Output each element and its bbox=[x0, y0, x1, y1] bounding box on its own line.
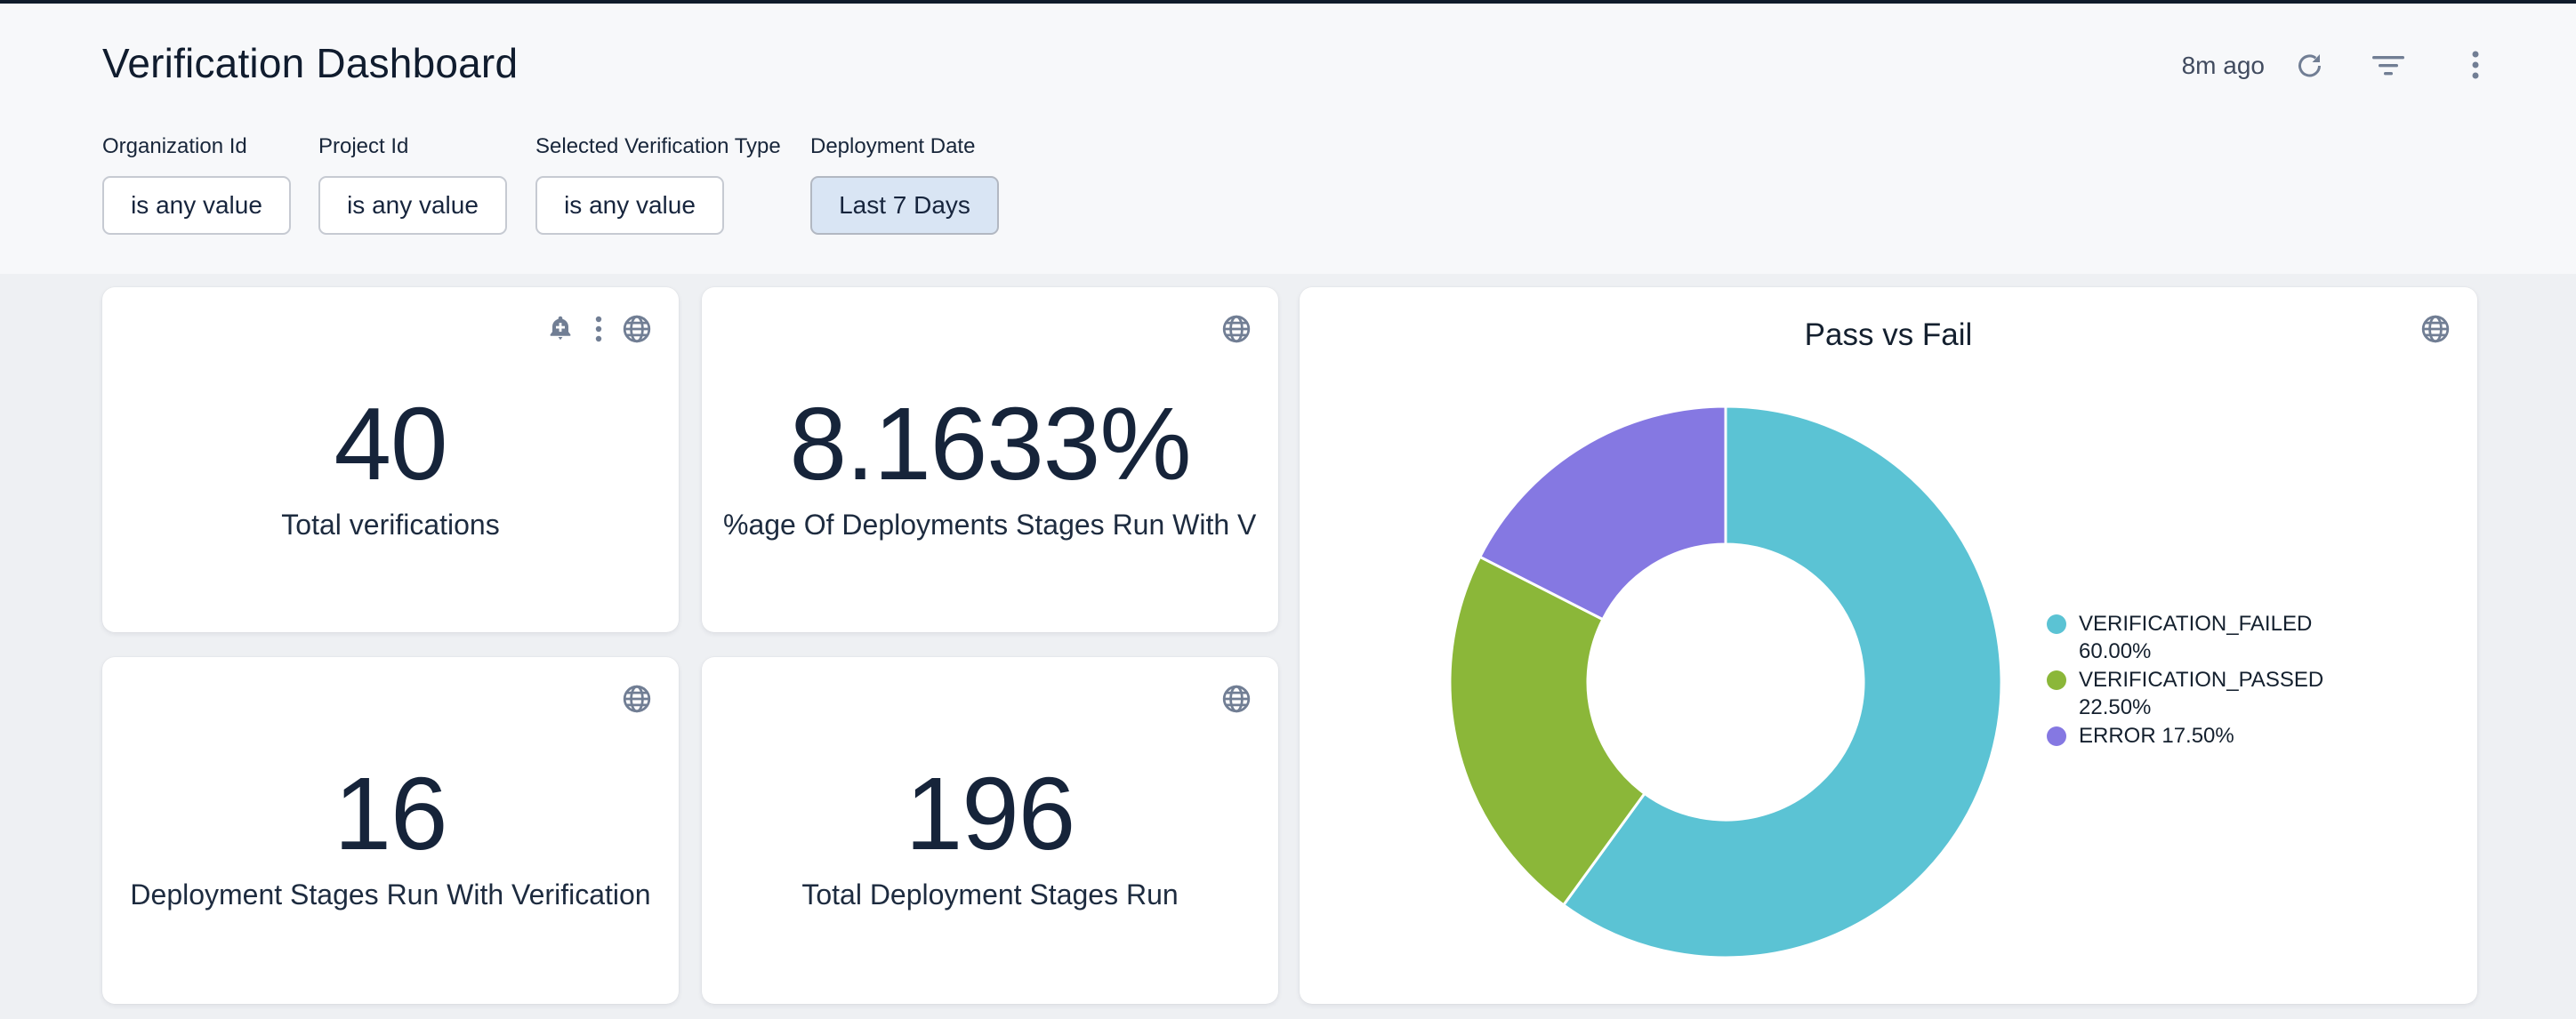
tile-stages-with-verification: 16 Deployment Stages Run With Verificati… bbox=[102, 657, 679, 1004]
filter-value-button[interactable]: is any value bbox=[318, 176, 507, 235]
filter-selected-verification-type: Selected Verification Type is any value bbox=[535, 133, 781, 235]
filter-value-button[interactable]: is any value bbox=[102, 176, 291, 235]
globe-icon bbox=[1221, 314, 1252, 344]
legend-value: 22.50% bbox=[2079, 695, 2151, 719]
legend-dot bbox=[2047, 670, 2066, 690]
tile-percentage-deployments: 8.1633% %age Of Deployments Stages Run W… bbox=[702, 287, 1278, 632]
chart-legend: VERIFICATION_FAILED 60.00% VERIFICATION_… bbox=[2047, 610, 2349, 750]
chart-title: Pass vs Fail bbox=[1300, 317, 2477, 353]
refresh-icon bbox=[2295, 51, 2325, 81]
legend-label: VERIFICATION_PASSED bbox=[2079, 668, 2323, 692]
big-number: 16 bbox=[102, 760, 679, 867]
chart-card-pass-vs-fail: Pass vs Fail VERIFICATION_FAILED 60.00% … bbox=[1300, 287, 2477, 1004]
globe-icon bbox=[622, 314, 652, 344]
tile-title: Total verifications bbox=[124, 508, 657, 542]
legend-item-verification-failed[interactable]: VERIFICATION_FAILED 60.00% bbox=[2047, 610, 2349, 665]
filter-deployment-date: Deployment Date Last 7 Days bbox=[810, 133, 999, 235]
legend-dot bbox=[2047, 726, 2066, 746]
last-refresh-time: 8m ago bbox=[2182, 52, 2265, 80]
big-number: 8.1633% bbox=[702, 390, 1278, 497]
filter-label: Deployment Date bbox=[810, 133, 999, 160]
legend-item-verification-passed[interactable]: VERIFICATION_PASSED 22.50% bbox=[2047, 666, 2349, 721]
explore-button[interactable] bbox=[2420, 314, 2451, 344]
filter-label: Organization Id bbox=[102, 133, 291, 160]
legend-label: VERIFICATION_FAILED bbox=[2079, 612, 2312, 636]
bell-plus-icon bbox=[545, 314, 576, 344]
explore-button[interactable] bbox=[1221, 684, 1252, 714]
tile-menu-button[interactable] bbox=[595, 316, 602, 342]
filter-value-button[interactable]: is any value bbox=[535, 176, 724, 235]
explore-button[interactable] bbox=[622, 314, 652, 344]
header-controls: 8m ago bbox=[2182, 48, 2480, 84]
filter-organization-id: Organization Id is any value bbox=[102, 133, 291, 235]
legend-value: 60.00% bbox=[2079, 639, 2151, 663]
filter-label: Project Id bbox=[318, 133, 507, 160]
tile-total-verifications: 40 Total verifications bbox=[102, 287, 679, 632]
top-accent-bar bbox=[0, 0, 2576, 4]
kebab-menu-icon bbox=[595, 316, 602, 342]
legend-dot bbox=[2047, 614, 2066, 634]
explore-button[interactable] bbox=[1221, 314, 1252, 344]
explore-button[interactable] bbox=[622, 684, 652, 714]
tile-title: Total Deployment Stages Run bbox=[723, 878, 1257, 911]
filters-toggle-button[interactable] bbox=[2371, 53, 2405, 78]
more-options-button[interactable] bbox=[2471, 50, 2480, 82]
globe-icon bbox=[1221, 684, 1252, 714]
page-title: Verification Dashboard bbox=[102, 39, 518, 87]
globe-icon bbox=[2420, 314, 2451, 344]
refresh-button[interactable] bbox=[2295, 51, 2325, 81]
filter-label: Selected Verification Type bbox=[535, 133, 781, 160]
filter-value-button[interactable]: Last 7 Days bbox=[810, 176, 999, 235]
tile-total-stages-run: 196 Total Deployment Stages Run bbox=[702, 657, 1278, 1004]
globe-icon bbox=[622, 684, 652, 714]
big-number: 196 bbox=[702, 760, 1278, 867]
filter-project-id: Project Id is any value bbox=[318, 133, 507, 235]
legend-label: ERROR bbox=[2079, 724, 2156, 748]
donut-chart[interactable] bbox=[1446, 403, 2005, 961]
alerts-button[interactable] bbox=[545, 314, 576, 344]
tile-title: %age Of Deployments Stages Run With V… bbox=[723, 508, 1257, 542]
kebab-menu-icon bbox=[2471, 50, 2480, 82]
big-number: 40 bbox=[102, 390, 679, 497]
legend-value: 17.50% bbox=[2161, 724, 2234, 748]
filter-list-icon bbox=[2371, 53, 2405, 78]
legend-item-error[interactable]: ERROR 17.50% bbox=[2047, 722, 2349, 750]
tile-title: Deployment Stages Run With Verification bbox=[124, 878, 657, 911]
